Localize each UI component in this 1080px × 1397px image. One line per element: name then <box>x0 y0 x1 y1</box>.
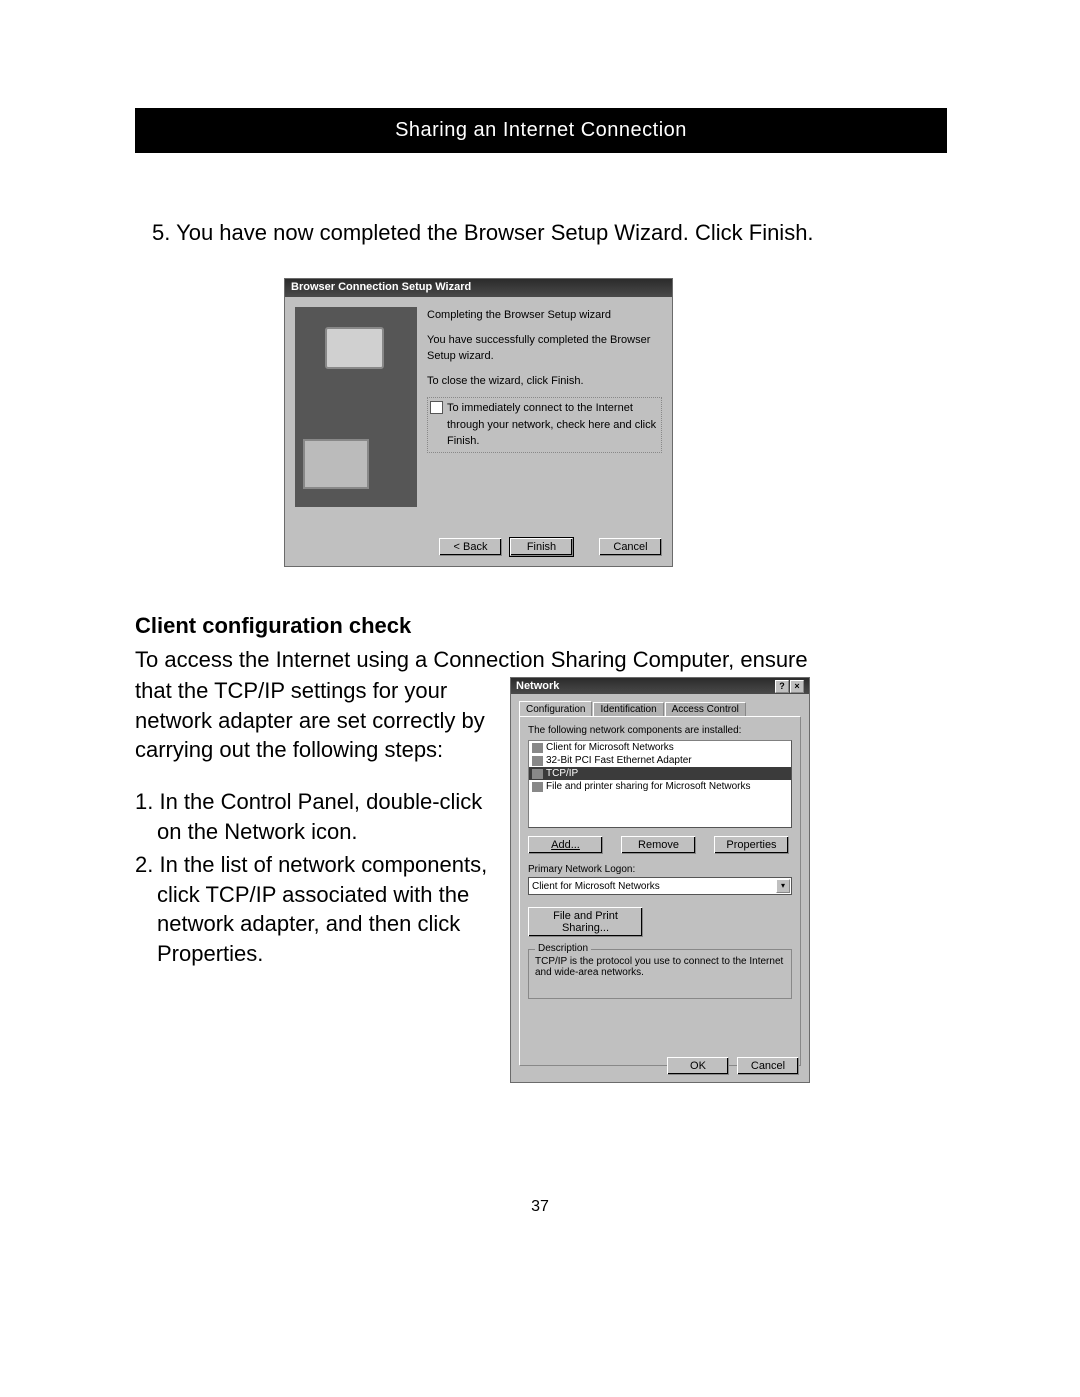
description-text: TCP/IP is the protocol you use to connec… <box>535 956 785 978</box>
wizard-illustration <box>295 307 417 507</box>
add-button[interactable]: Add... <box>528 836 603 854</box>
wizard-body: Completing the Browser Setup wizard You … <box>285 297 672 507</box>
wizard-checkbox-row[interactable]: To immediately connect to the Internet t… <box>427 397 662 453</box>
browser-setup-wizard-dialog: Browser Connection Setup Wizard Completi… <box>284 278 673 567</box>
list-item-label: TCP/IP <box>546 768 578 779</box>
network-titlebar: Network ? × <box>511 678 809 694</box>
primary-logon-label: Primary Network Logon: <box>528 864 792 875</box>
section-heading: Client configuration check <box>135 613 411 639</box>
tab-row: Configuration Identification Access Cont… <box>519 700 801 716</box>
close-icon[interactable]: × <box>790 680 804 693</box>
list-item-label: File and printer sharing for Microsoft N… <box>546 781 751 792</box>
configuration-panel: The following network components are ins… <box>519 716 801 1066</box>
list-item-label: Client for Microsoft Networks <box>546 742 674 753</box>
dropdown-value: Client for Microsoft Networks <box>532 881 660 892</box>
ok-button[interactable]: OK <box>667 1057 729 1075</box>
step-2-text: 2. In the list of network components, cl… <box>135 850 490 969</box>
wizard-success-text: You have successfully completed the Brow… <box>427 332 662 365</box>
wizard-text-panel: Completing the Browser Setup wizard You … <box>427 307 662 507</box>
list-item[interactable]: File and printer sharing for Microsoft N… <box>529 780 791 793</box>
service-icon <box>532 782 543 792</box>
description-fieldset: Description TCP/IP is the protocol you u… <box>528 949 792 999</box>
file-print-sharing-button[interactable]: File and Print Sharing... <box>528 907 643 937</box>
network-title-text: Network <box>516 680 559 692</box>
back-button[interactable]: < Back <box>439 538 502 556</box>
list-item[interactable]: Client for Microsoft Networks <box>529 741 791 754</box>
client-icon <box>532 743 543 753</box>
network-footer-buttons: OK Cancel <box>667 1057 799 1075</box>
wizard-close-hint: To close the wizard, click Finish. <box>427 373 662 390</box>
step-1-text: 1. In the Control Panel, double-click on… <box>135 787 490 846</box>
intro-paragraph-rest: that the TCP/IP settings for your networ… <box>135 676 490 765</box>
network-dialog: Network ? × Configuration Identification… <box>510 677 810 1083</box>
tab-configuration[interactable]: Configuration <box>519 701 592 717</box>
connect-now-checkbox[interactable] <box>430 401 443 414</box>
list-item-selected[interactable]: TCP/IP <box>529 767 791 780</box>
adapter-icon <box>532 756 543 766</box>
intro-paragraph-line1: To access the Internet using a Connectio… <box>135 645 945 675</box>
primary-logon-dropdown[interactable]: Client for Microsoft Networks ▾ <box>528 877 792 895</box>
page-header: Sharing an Internet Connection <box>135 108 947 153</box>
description-legend: Description <box>535 943 591 954</box>
list-item-label: 32-Bit PCI Fast Ethernet Adapter <box>546 755 692 766</box>
window-buttons: ? × <box>775 680 804 693</box>
connect-now-label: To immediately connect to the Internet t… <box>447 400 659 450</box>
component-button-row: Add... Remove Properties <box>528 836 792 854</box>
cancel-button[interactable]: Cancel <box>599 538 662 556</box>
remove-button[interactable]: Remove <box>621 836 696 854</box>
page-number: 37 <box>0 1198 1080 1216</box>
components-listbox[interactable]: Client for Microsoft Networks 32-Bit PCI… <box>528 740 792 828</box>
help-icon[interactable]: ? <box>775 680 789 693</box>
wizard-heading: Completing the Browser Setup wizard <box>427 307 662 324</box>
wizard-titlebar: Browser Connection Setup Wizard <box>285 279 672 297</box>
net-cancel-button[interactable]: Cancel <box>737 1057 799 1075</box>
chevron-down-icon[interactable]: ▾ <box>776 879 790 893</box>
finish-button[interactable]: Finish <box>510 538 573 556</box>
protocol-icon <box>532 769 543 779</box>
components-label: The following network components are ins… <box>528 725 792 736</box>
list-item[interactable]: 32-Bit PCI Fast Ethernet Adapter <box>529 754 791 767</box>
properties-button[interactable]: Properties <box>714 836 789 854</box>
step-5-text: 5. You have now completed the Browser Se… <box>152 218 912 248</box>
wizard-button-row: < Back Finish Cancel <box>439 538 662 556</box>
